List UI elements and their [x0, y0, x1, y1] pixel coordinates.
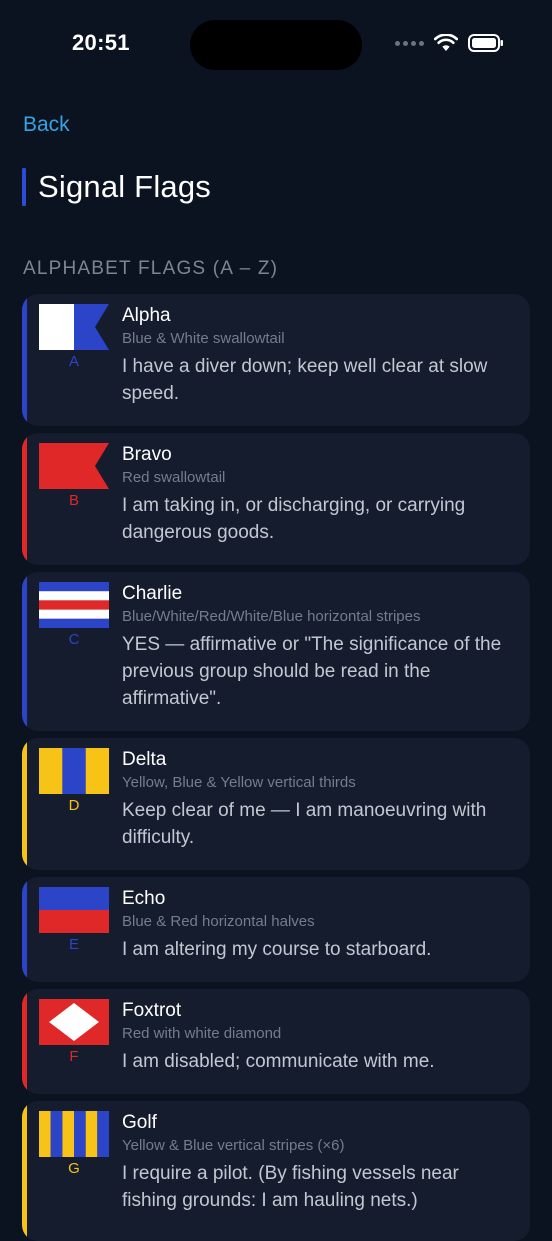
flag-text: Charlie Blue/White/Red/White/Blue horizo…: [122, 582, 517, 712]
flag-card-golf[interactable]: G Golf Yellow & Blue vertical stripes (×…: [22, 1101, 530, 1241]
card-accent-bar: [22, 433, 27, 565]
flag-description: Red with white diamond: [122, 1025, 282, 1042]
status-time: 20:51: [72, 30, 130, 55]
flag-text: Echo Blue & Red horizontal halves I am a…: [122, 887, 517, 963]
flag-name: Echo: [122, 888, 166, 909]
flag-card-charlie[interactable]: C Charlie Blue/White/Red/White/Blue hori…: [22, 572, 530, 731]
back-button[interactable]: Back: [23, 113, 70, 137]
flag-name: Foxtrot: [122, 1000, 182, 1021]
flag-text: Alpha Blue & White swallowtail I have a …: [122, 304, 517, 407]
flag-letter: G: [68, 1160, 80, 1177]
charlie-flag-icon: [39, 582, 109, 628]
cellular-signal-icon: [395, 40, 424, 46]
flag-card-echo[interactable]: E Echo Blue & Red horizontal halves I am…: [22, 877, 530, 982]
flag-letter: B: [68, 492, 79, 509]
alpha-flag-icon: [39, 304, 109, 350]
card-accent-bar: [22, 572, 27, 731]
flag-meaning: I am disabled; communicate with me.: [122, 1051, 435, 1072]
flag-text: Delta Yellow, Blue & Yellow vertical thi…: [122, 748, 517, 851]
flag-meaning: I have a diver down; keep well clear at …: [122, 356, 488, 404]
flag-graphic-column: F: [39, 999, 109, 1066]
page-title: Signal Flags: [38, 169, 211, 204]
echo-flag-icon: [39, 887, 109, 933]
golf-flag-icon: [39, 1111, 109, 1157]
wifi-icon: [434, 34, 458, 51]
flag-letter: F: [69, 1048, 79, 1065]
bravo-flag-icon: [39, 443, 109, 489]
status-bar: 20:51: [0, 0, 552, 90]
dynamic-island: [190, 20, 362, 70]
flag-name: Bravo: [122, 444, 172, 465]
section-header: ALPHABET FLAGS (A – Z): [23, 258, 279, 279]
flag-name: Alpha: [122, 305, 171, 326]
delta-flag-icon: [39, 748, 109, 794]
flag-name: Charlie: [122, 583, 183, 604]
flag-card-foxtrot[interactable]: F Foxtrot Red with white diamond I am di…: [22, 989, 530, 1094]
flag-text: Bravo Red swallowtail I am taking in, or…: [122, 443, 517, 546]
flag-card-bravo[interactable]: B Bravo Red swallowtail I am taking in, …: [22, 433, 530, 565]
flag-name: Delta: [122, 749, 167, 770]
battery-icon: [468, 34, 503, 52]
flag-meaning: Keep clear of me — I am manoeuvring with…: [122, 800, 487, 848]
card-accent-bar: [22, 294, 27, 426]
flag-graphic-column: C: [39, 582, 109, 649]
card-accent-bar: [22, 989, 27, 1094]
flag-text: Foxtrot Red with white diamond I am disa…: [122, 999, 517, 1075]
flag-letter: E: [68, 936, 79, 953]
flag-description: Blue & Red horizontal halves: [122, 913, 315, 930]
status-icons: [395, 34, 504, 52]
page-title-container: Signal Flags: [22, 168, 211, 206]
flag-description: Yellow, Blue & Yellow vertical thirds: [122, 774, 356, 791]
flag-description: Red swallowtail: [122, 469, 226, 486]
flag-meaning: I require a pilot. (By fishing vessels n…: [122, 1163, 459, 1211]
flag-graphic-column: D: [39, 748, 109, 815]
flag-card-delta[interactable]: D Delta Yellow, Blue & Yellow vertical t…: [22, 738, 530, 870]
flag-graphic-column: B: [39, 443, 109, 510]
card-accent-bar: [22, 738, 27, 870]
title-accent-bar: [22, 168, 26, 206]
card-accent-bar: [22, 1101, 27, 1241]
flag-graphic-column: E: [39, 887, 109, 954]
flag-letter: A: [68, 353, 79, 370]
flag-description: Blue & White swallowtail: [122, 330, 285, 347]
flag-letter: C: [68, 631, 80, 648]
flag-name: Golf: [122, 1112, 157, 1133]
foxtrot-flag-icon: [39, 999, 109, 1045]
flag-meaning: I am altering my course to starboard.: [122, 939, 432, 960]
flag-graphic-column: A: [39, 304, 109, 371]
flag-graphic-column: G: [39, 1111, 109, 1178]
flag-text: Golf Yellow & Blue vertical stripes (×6)…: [122, 1111, 517, 1214]
card-accent-bar: [22, 877, 27, 982]
flag-letter: D: [68, 797, 80, 814]
flag-meaning: YES — affirmative or "The significance o…: [122, 634, 502, 709]
flag-meaning: I am taking in, or discharging, or carry…: [122, 495, 466, 543]
flag-card-alpha[interactable]: A Alpha Blue & White swallowtail I have …: [22, 294, 530, 426]
flag-description: Blue/White/Red/White/Blue horizontal str…: [122, 608, 421, 625]
flag-description: Yellow & Blue vertical stripes (×6): [122, 1137, 345, 1154]
